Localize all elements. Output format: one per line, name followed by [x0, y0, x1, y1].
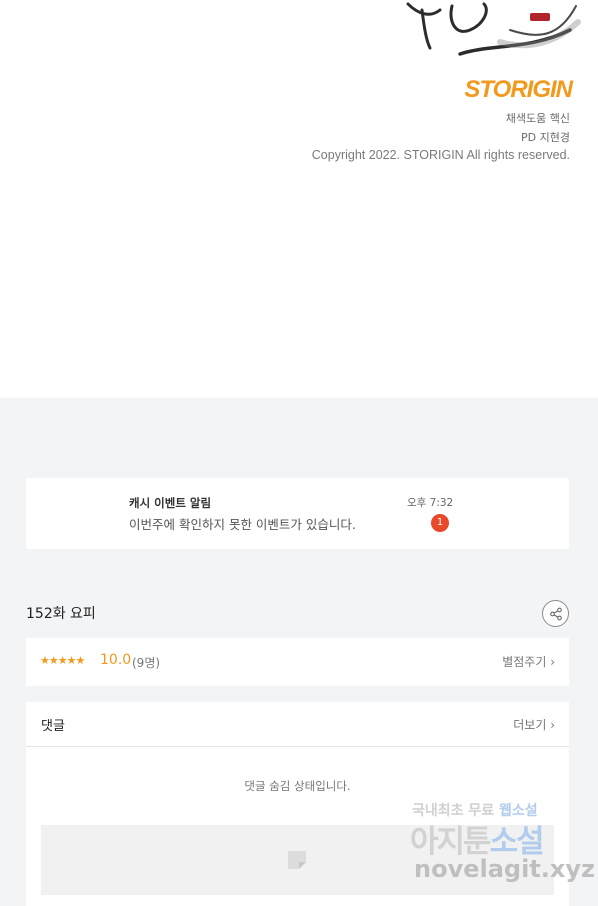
credit-coloring: 채색도움 핵신	[505, 112, 570, 125]
episode-title: 152화 요피	[26, 606, 96, 622]
notification-body: 이번주에 확인하지 못한 이벤트가 있습니다.	[129, 517, 356, 532]
notification-time: 오후 7:32	[407, 497, 454, 509]
ad-placeholder	[41, 825, 554, 895]
copyright-text: Copyright 2022. STORIGIN All rights rese…	[311, 148, 570, 162]
rating-stars-icon: ★★★★★	[40, 654, 85, 667]
rate-button[interactable]: 별점주기 ›	[502, 653, 555, 670]
comments-more-button[interactable]: 더보기 ›	[513, 716, 555, 733]
image-placeholder-icon	[288, 851, 306, 869]
cash-event-notification[interactable]: 캐시 이벤트 알림 이번주에 확인하지 못한 이벤트가 있습니다. 오후 7:3…	[26, 478, 569, 549]
notification-count-badge: 1	[431, 514, 449, 532]
comment-section: 댓글 더보기 › 댓글 숨김 상태입니다.	[26, 702, 569, 906]
credit-pd: PD 지현경	[521, 131, 570, 144]
comment-header: 댓글 더보기 ›	[26, 702, 569, 747]
rating-score: 10.0	[100, 652, 132, 668]
title-logo-art	[406, 2, 581, 56]
share-icon	[549, 607, 562, 620]
rating-count: (9명)	[132, 656, 161, 670]
notification-title: 캐시 이벤트 알림	[129, 496, 212, 510]
credits-area: STORIGIN 채색도움 핵신 PD 지현경 Copyright 2022. …	[0, 0, 598, 398]
storigin-logo: STORIGIN	[464, 76, 573, 103]
comment-label: 댓글	[41, 719, 65, 734]
rating-card: ★★★★★ 10.0 (9명) 별점주기 ›	[26, 638, 569, 686]
comments-hidden-message: 댓글 숨김 상태입니다.	[244, 779, 351, 793]
share-button[interactable]	[542, 600, 569, 627]
